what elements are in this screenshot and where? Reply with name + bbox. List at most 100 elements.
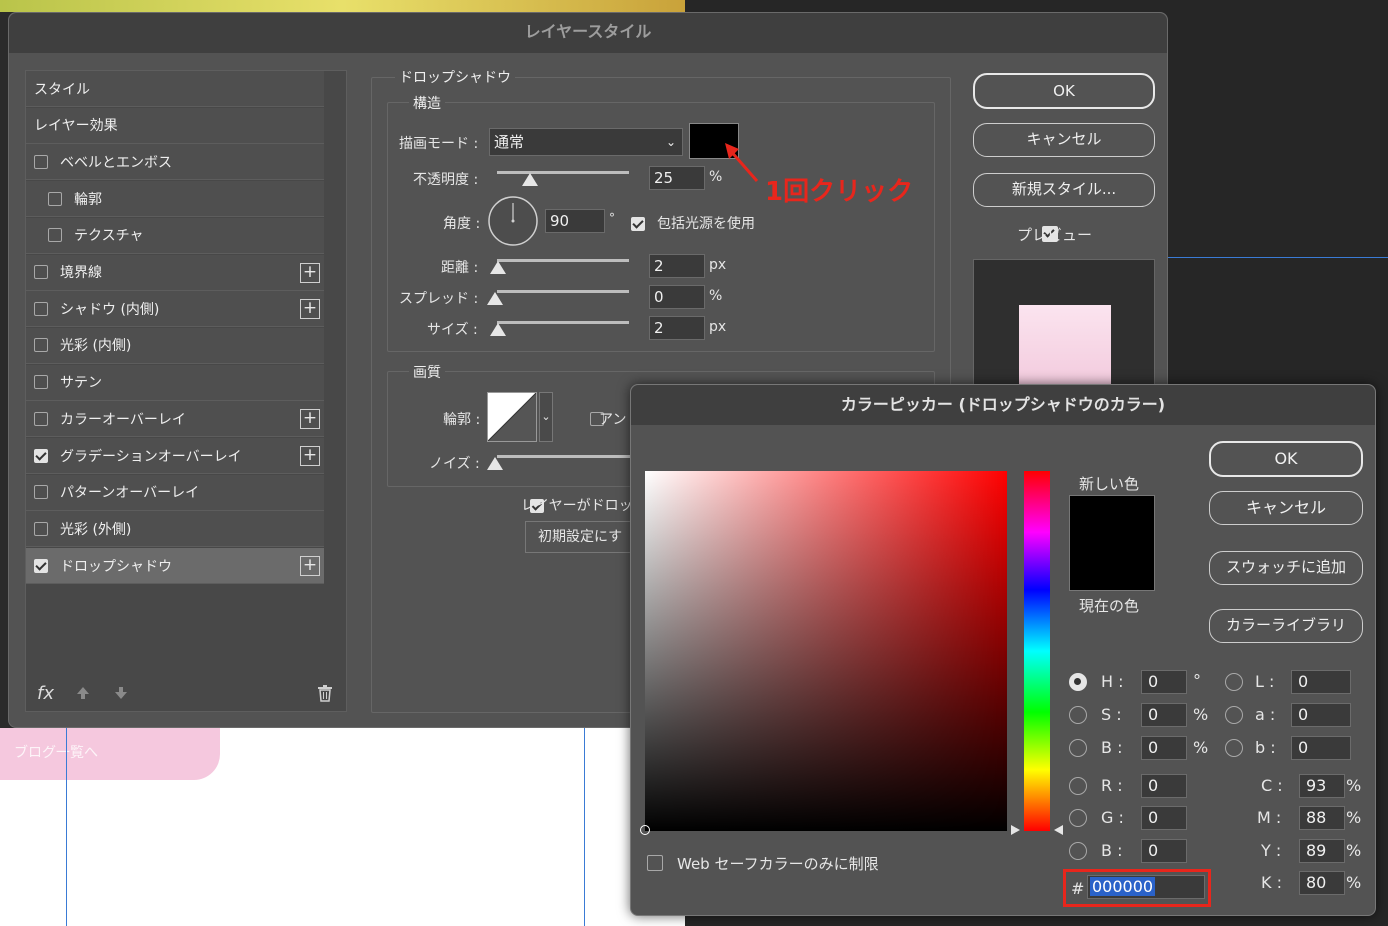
effect-item[interactable]: サテン [26,364,324,401]
effect-item[interactable]: テクスチャ [26,217,324,254]
effect-checkbox[interactable] [34,558,48,573]
picker-cancel-button[interactable]: キャンセル [1209,491,1363,525]
effect-item[interactable]: 輪郭 [26,181,324,218]
color-field-marker[interactable] [640,825,650,835]
opacity-slider-thumb[interactable] [522,173,538,186]
opacity-slider[interactable] [497,171,629,174]
spread-slider-thumb[interactable] [487,292,503,305]
hue-slider-left-arrow-icon[interactable] [1011,825,1020,835]
color-field[interactable] [640,471,1007,835]
hex-input[interactable]: 000000 [1087,875,1205,899]
effect-checkbox[interactable] [34,338,48,353]
effect-item[interactable]: ドロップシャドウ + [26,548,324,585]
add-effect-icon[interactable]: + [300,262,320,283]
h-input[interactable]: 0 [1141,670,1187,694]
background-image-strip [0,0,685,12]
r-input[interactable]: 0 [1141,774,1187,798]
angle-dial[interactable] [487,195,539,251]
m-input[interactable]: 88 [1299,806,1345,830]
list-header[interactable]: レイヤー効果 [26,107,324,144]
y-input[interactable]: 89 [1299,839,1345,863]
global-light-checkbox[interactable] [631,217,645,231]
ok-button[interactable]: OK [973,73,1155,109]
effect-item[interactable]: ベベルとエンボス [26,144,324,181]
b-input[interactable]: 0 [1141,736,1187,760]
effect-item[interactable]: シャドウ (内側) + [26,291,324,328]
add-effect-icon[interactable]: + [300,409,320,430]
picker-ok-button[interactable]: OK [1209,441,1363,477]
radio-g[interactable] [1069,809,1087,827]
noise-slider-thumb[interactable] [487,457,503,470]
size-slider-thumb[interactable] [490,323,506,336]
size-slider[interactable] [497,321,629,324]
effect-checkbox[interactable] [48,191,62,206]
radio-l[interactable] [1225,673,1243,691]
g-input[interactable]: 0 [1141,806,1187,830]
rgb-b-input[interactable]: 0 [1141,839,1187,863]
hex-prefix: # [1071,879,1085,898]
effect-checkbox[interactable] [34,411,48,426]
effect-checkbox[interactable] [34,301,48,316]
distance-slider[interactable] [497,259,629,262]
hue-slider[interactable] [1024,471,1050,831]
radio-b[interactable] [1069,739,1087,757]
radio-a[interactable] [1225,706,1243,724]
l-input[interactable]: 0 [1291,670,1351,694]
distance-input[interactable]: 2 [649,254,705,278]
web-safe-checkbox[interactable] [647,855,663,871]
list-header[interactable]: スタイル [26,71,324,107]
guide-line [66,728,67,926]
s-label: S : [1101,705,1122,724]
new-style-button[interactable]: 新規スタイル... [973,173,1155,207]
distance-label: 距離 : [441,260,479,276]
s-input[interactable]: 0 [1141,703,1187,727]
a-input[interactable]: 0 [1291,703,1351,727]
opacity-input[interactable]: 25 [649,166,705,190]
c-input[interactable]: 93 [1299,774,1345,798]
effect-item[interactable]: 光彩 (外側) [26,511,324,548]
effect-item[interactable]: グラデーションオーバーレイ + [26,438,324,474]
move-up-icon[interactable] [75,685,91,705]
color-libraries-button[interactable]: カラーライブラリ [1209,609,1363,643]
radio-rgb-b[interactable] [1069,842,1087,860]
fx-menu-button[interactable]: fx [37,683,54,704]
spread-input[interactable]: 0 [649,285,705,309]
noise-slider[interactable] [497,455,631,458]
lab-b-input[interactable]: 0 [1291,736,1351,760]
trash-icon[interactable] [317,684,333,706]
radio-lab-b[interactable] [1225,739,1243,757]
add-effect-icon[interactable]: + [300,299,320,320]
add-effect-icon[interactable]: + [300,556,320,577]
radio-h[interactable] [1069,673,1087,691]
radio-r[interactable] [1069,777,1087,795]
web-safe-label: Web セーフカラーのみに制限 [677,855,879,873]
effect-checkbox[interactable] [34,154,48,169]
angle-input[interactable]: 90 [545,209,605,233]
move-down-icon[interactable] [113,685,129,705]
effect-item[interactable]: 光彩 (内側) [26,327,324,364]
spread-slider[interactable] [497,290,629,293]
k-label: K : [1261,873,1282,892]
contour-preview[interactable] [487,392,537,442]
add-to-swatches-button[interactable]: スウォッチに追加 [1209,551,1363,585]
effect-checkbox[interactable] [34,448,48,463]
list-scrollbar[interactable] [324,71,346,711]
effect-item[interactable]: カラーオーバーレイ + [26,401,324,438]
blend-mode-select[interactable]: 通常 ⌄ [489,128,683,156]
distance-slider-thumb[interactable] [490,261,506,274]
radio-s[interactable] [1069,706,1087,724]
effect-checkbox[interactable] [34,485,48,500]
effect-checkbox[interactable] [34,521,48,536]
effect-checkbox[interactable] [48,228,62,243]
size-input[interactable]: 2 [649,316,705,340]
effect-checkbox[interactable] [34,265,48,279]
cancel-button[interactable]: キャンセル [973,123,1155,157]
effect-item[interactable]: 境界線 + [26,254,324,291]
k-input[interactable]: 80 [1299,871,1345,895]
add-effect-icon[interactable]: + [300,446,320,466]
effect-checkbox[interactable] [34,375,48,390]
effect-item[interactable]: パターンオーバーレイ [26,474,324,511]
hue-slider-right-arrow-icon[interactable] [1054,825,1063,835]
reset-defaults-button[interactable]: 初期設定にす [525,521,635,553]
contour-chevron-icon[interactable]: ⌄ [539,392,553,442]
